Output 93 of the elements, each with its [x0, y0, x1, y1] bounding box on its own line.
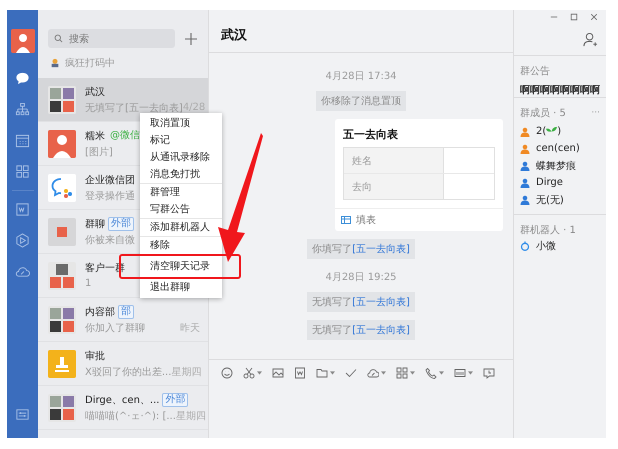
- message-preview: 你加入了群聊: [85, 322, 145, 334]
- fill-form-link[interactable]: 填表: [356, 213, 376, 227]
- member-name[interactable]: 2(: [536, 126, 546, 137]
- time-label: 昨天: [180, 322, 200, 334]
- avatar: [48, 306, 76, 334]
- announcement-text: 啊啊啊啊啊啊啊啊: [520, 84, 600, 97]
- avatar: [48, 262, 76, 290]
- avatar: [48, 218, 76, 246]
- grid-icon[interactable]: [15, 164, 30, 179]
- document-icon[interactable]: [15, 202, 30, 217]
- chat-title: 武汉: [221, 27, 247, 44]
- form-link[interactable]: [五一去向表]: [352, 325, 410, 336]
- chat-name: 审批: [85, 350, 105, 362]
- avatar: [48, 174, 76, 202]
- timestamp: 4月28日 19:25: [325, 272, 397, 283]
- chat-item[interactable]: 审批 X驳回了你的出差...星期四: [38, 342, 208, 386]
- member-name[interactable]: 蝶舞梦痕: [536, 158, 576, 172]
- caret-icon[interactable]: [330, 371, 335, 375]
- calendar-icon[interactable]: [15, 133, 30, 148]
- close-icon[interactable]: [590, 13, 598, 21]
- tag: 外部: [162, 392, 188, 406]
- chat-name: Dirge、cen、...: [85, 394, 160, 406]
- tag: 部: [118, 304, 134, 318]
- settings-icon[interactable]: [15, 407, 30, 422]
- section-title: 群成员 · 5: [520, 106, 566, 120]
- caret-icon[interactable]: [410, 371, 415, 375]
- form-card[interactable]: 五一去向表 姓名 去向 填表: [335, 119, 503, 231]
- message-preview: 1: [85, 278, 92, 289]
- message-preview: 无填写了[五一去向表]: [85, 102, 183, 114]
- hexagon-icon[interactable]: [15, 233, 30, 248]
- add-icon[interactable]: [185, 32, 197, 44]
- chat-item[interactable]: Dirge、cen、... 外部 喵喵喵(^·ェ·^): [...星期四: [38, 386, 208, 430]
- system-message: 你填写了[五一去向表]: [307, 239, 415, 259]
- chat-name: 企业微信团: [85, 174, 135, 186]
- chat-name: 武汉: [85, 86, 105, 98]
- message-icon[interactable]: [483, 367, 495, 379]
- message-preview: [图片]: [85, 146, 113, 158]
- chat-name: 糯米: [85, 130, 105, 142]
- member-name[interactable]: cen(cen): [536, 143, 580, 154]
- card-title: 五一去向表: [342, 127, 399, 143]
- org-chart-icon[interactable]: [15, 102, 30, 117]
- section-title: 群公告: [520, 64, 551, 78]
- chat-item[interactable]: 内容部 部 你加入了群聊 昨天: [38, 298, 208, 342]
- maximize-icon[interactable]: [570, 13, 578, 21]
- caret-icon[interactable]: [439, 371, 444, 375]
- message-preview: 你被来自微: [85, 234, 135, 246]
- timestamp: 4月28日 17:34: [325, 71, 397, 82]
- time-label: 星期四: [171, 366, 202, 378]
- system-message: 无填写了[五一去向表]: [307, 292, 415, 312]
- robot-name[interactable]: 小微: [536, 238, 556, 252]
- message-preview: X驳回了你的出差...: [85, 366, 172, 378]
- chat-name: 群聊: [85, 218, 105, 230]
- folder-icon[interactable]: [316, 367, 328, 379]
- menu-item[interactable]: 添加群机器人: [140, 219, 222, 236]
- document-icon[interactable]: [294, 367, 306, 379]
- form-link[interactable]: [五一去向表]: [352, 297, 410, 308]
- member-name[interactable]: 无(无): [536, 192, 564, 206]
- tag: @微信: [108, 130, 142, 142]
- table-icon: [341, 215, 351, 225]
- chat-name: 内容部: [85, 306, 115, 318]
- add-member-icon[interactable]: [583, 32, 598, 47]
- time-label: 星期四: [176, 410, 206, 422]
- member-name[interactable]: Dirge: [536, 177, 563, 188]
- table-cell: 去向: [344, 174, 444, 199]
- tag: 外部: [108, 216, 134, 230]
- phone-icon[interactable]: [425, 367, 437, 379]
- search-icon: [54, 34, 63, 43]
- system-message: 无填写了[五一去向表]: [307, 320, 415, 340]
- member-name-end: ): [557, 126, 562, 137]
- message-preview: 喵喵喵(^·ェ·^): [...: [85, 410, 176, 422]
- section-title: 群机器人 · 1: [520, 224, 577, 237]
- image-icon[interactable]: [272, 367, 284, 379]
- avatar: [48, 394, 76, 422]
- emoji-icon[interactable]: [221, 367, 233, 379]
- avatar: [48, 86, 76, 114]
- robot-icon: [520, 240, 530, 250]
- check-icon[interactable]: [345, 367, 357, 379]
- caret-icon[interactable]: [257, 371, 262, 375]
- table-cell: 姓名: [344, 148, 444, 173]
- caret-icon[interactable]: [381, 371, 386, 375]
- cloud-icon[interactable]: [367, 367, 379, 379]
- scissors-icon[interactable]: [243, 367, 255, 379]
- avatar: [48, 350, 76, 378]
- chat-icon[interactable]: [15, 71, 30, 86]
- avatar[interactable]: [10, 29, 34, 53]
- message-preview: 登录操作通: [85, 190, 135, 202]
- search-placeholder: 搜索: [69, 32, 89, 46]
- form-link[interactable]: [五一去向表]: [352, 244, 410, 255]
- system-message: 你移除了消息置顶: [316, 91, 406, 111]
- avatar: [48, 130, 76, 158]
- grid-icon[interactable]: [396, 367, 408, 379]
- caret-icon[interactable]: [468, 371, 473, 375]
- person-at-computer-icon: [50, 58, 60, 68]
